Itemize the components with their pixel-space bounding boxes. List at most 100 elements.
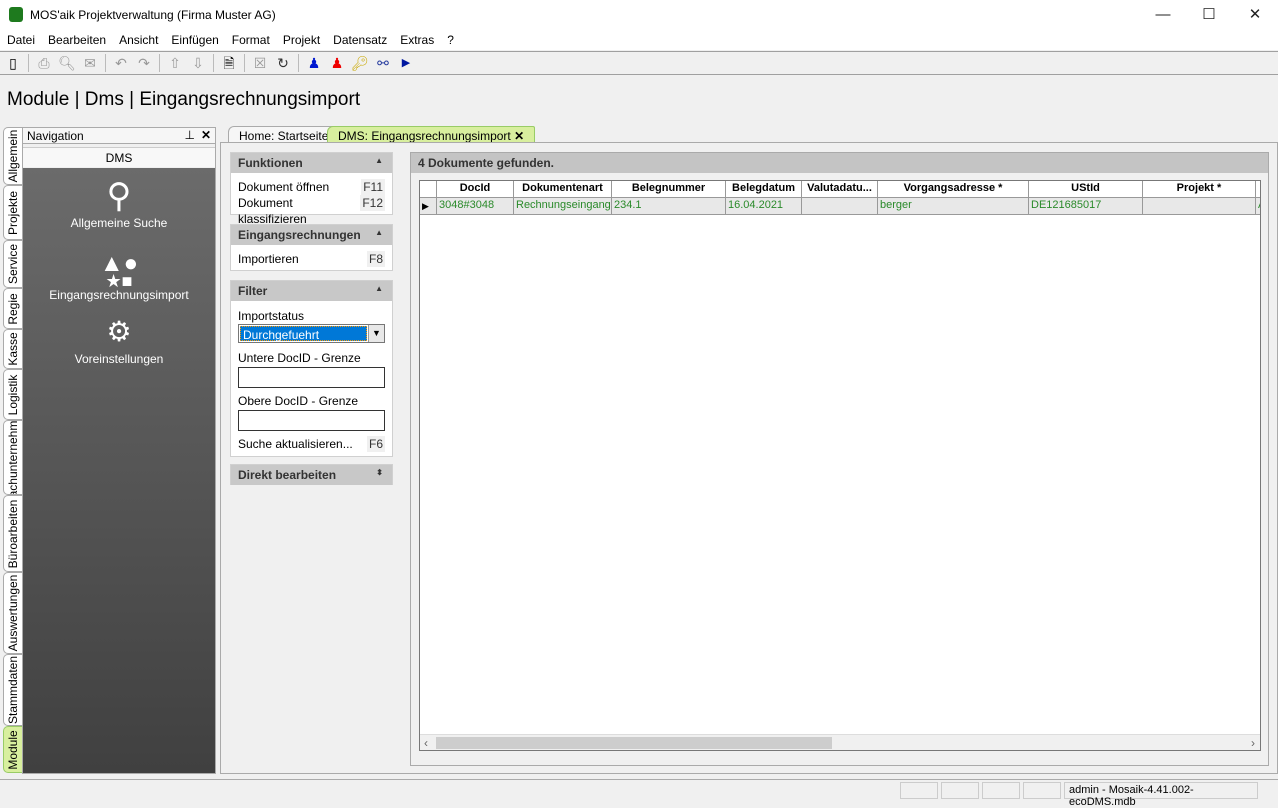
status-cell xyxy=(1023,782,1061,799)
menu-help[interactable]: ? xyxy=(440,30,460,47)
undo-icon[interactable]: ↶ xyxy=(111,53,131,73)
shortcut-key: F11 xyxy=(361,179,385,195)
nav-item-voreinstellungen[interactable]: ⚙Voreinstellungen xyxy=(23,312,215,366)
taskpanel-eingangsrechnungen: Eingangsrechnungen▲ ImportierenF8 xyxy=(230,224,393,271)
menu-datensatz[interactable]: Datensatz xyxy=(326,30,393,47)
column-header-ustid[interactable]: UStId xyxy=(1029,181,1143,198)
red-puzzle-icon[interactable]: ♟ xyxy=(327,53,347,73)
pin-icon[interactable]: ⊥ xyxy=(185,128,195,142)
task-dokument-oeffnen[interactable]: Dokument öffnenF11 xyxy=(231,179,392,195)
excel-icon[interactable]: ☒ xyxy=(250,53,270,73)
menu-bar: DateiBearbeitenAnsichtEinfügenFormatProj… xyxy=(0,30,1278,50)
cell-belegnummer[interactable]: 234.1 xyxy=(612,198,726,215)
vtab-auswertungen[interactable]: Auswertungen xyxy=(3,572,22,654)
maximize-button[interactable]: ☐ xyxy=(1186,4,1232,26)
row-pointer-icon: ▶ xyxy=(420,198,437,215)
close-button[interactable]: ✕ xyxy=(1232,4,1278,26)
document-search-icon[interactable]: 🗎 xyxy=(219,53,239,73)
untere-docid-label: Untere DocID - Grenze xyxy=(231,343,392,365)
task-dokument-klassifizieren[interactable]: Dokument klassifizierenF12 xyxy=(231,195,392,211)
minimize-button[interactable]: — xyxy=(1140,4,1186,26)
untere-docid-input[interactable] xyxy=(238,367,385,388)
scroll-left-icon[interactable]: ‹ xyxy=(424,736,428,750)
cell-projekt[interactable] xyxy=(1143,198,1256,215)
taskpanel-header[interactable]: Eingangsrechnungen▲ xyxy=(231,225,392,245)
vtab-module[interactable]: Module xyxy=(3,726,22,773)
menu-format[interactable]: Format xyxy=(225,30,276,47)
refresh-icon[interactable]: ↻ xyxy=(273,53,293,73)
column-header-belegnummer[interactable]: Belegnummer xyxy=(612,181,726,198)
cell-docid[interactable]: 3048#3048 xyxy=(437,198,514,215)
menu-ansicht[interactable]: Ansicht xyxy=(112,30,164,47)
scrollbar-thumb[interactable] xyxy=(436,737,832,749)
vtab-logistik[interactable]: Logistik xyxy=(3,369,22,420)
key-icon[interactable]: 🔑︎ xyxy=(350,53,370,73)
vtab-kasse[interactable]: Kasse xyxy=(3,329,22,369)
menu-extras[interactable]: Extras xyxy=(393,30,440,47)
task-label: Suche aktualisieren... xyxy=(238,436,353,452)
collapse-icon[interactable]: ▲ xyxy=(375,284,383,293)
close-panel-icon[interactable]: ✕ xyxy=(201,128,211,142)
print-preview-icon[interactable]: 🔍︎ xyxy=(57,53,77,73)
play-icon[interactable]: ▶ xyxy=(396,53,416,73)
table-row[interactable]: ▶ 3048#3048 Rechnungseingang 234.1 16.04… xyxy=(420,198,1261,215)
obere-docid-label: Obere DocID - Grenze xyxy=(231,390,392,408)
taskpanel-header[interactable]: Funktionen▲ xyxy=(231,153,392,173)
print-icon[interactable]: ⎙ xyxy=(34,53,54,73)
vtab-bueroarbeiten[interactable]: Büroarbeiten xyxy=(3,495,22,572)
mail-icon[interactable]: ✉ xyxy=(80,53,100,73)
menu-projekt[interactable]: Projekt xyxy=(276,30,326,47)
blue-puzzle-icon[interactable]: ♟ xyxy=(304,53,324,73)
tab-home[interactable]: Home: Startseite xyxy=(228,126,339,143)
vtab-service[interactable]: Service xyxy=(3,240,22,288)
menu-bearbeiten[interactable]: Bearbeiten xyxy=(41,30,112,47)
vtab-stammdaten[interactable]: Stammdaten xyxy=(3,654,22,726)
obere-docid-input[interactable] xyxy=(238,410,385,431)
taskpanel-header[interactable]: Direkt bearbeiten⬍ xyxy=(231,465,392,485)
column-header-valutadatum[interactable]: Valutadatu... xyxy=(802,181,878,198)
column-header-docid[interactable]: DocId xyxy=(437,181,514,198)
cell-valutadatum[interactable] xyxy=(802,198,878,215)
cell-ustid[interactable]: DE121685017 xyxy=(1029,198,1143,215)
vtab-regie[interactable]: Regie xyxy=(3,288,22,329)
cell-vorgangsadresse[interactable]: berger xyxy=(878,198,1029,215)
vtab-allgemein[interactable]: Allgemein xyxy=(3,127,22,185)
close-tab-icon[interactable]: ✕ xyxy=(514,129,524,143)
collapse-icon[interactable]: ▲ xyxy=(375,156,383,165)
taskpanel-header[interactable]: Filter▲ xyxy=(231,281,392,301)
nav-item-allgemeine-suche[interactable]: ⚲Allgemeine Suche xyxy=(23,176,215,230)
task-importieren[interactable]: ImportierenF8 xyxy=(231,251,392,267)
task-suche-aktualisieren[interactable]: Suche aktualisieren...F6 xyxy=(231,436,392,452)
chevron-down-icon[interactable]: ▼ xyxy=(368,325,384,342)
row-indicator-header xyxy=(420,181,437,198)
collapse-icon[interactable]: ▲ xyxy=(375,228,383,237)
app-icon xyxy=(9,7,23,22)
toolbar: ▯ ⎙ 🔍︎ ✉ ↶ ↷ ⇧ ⇩ 🗎 ☒ ↻ ♟ ♟ 🔑︎ ⚯ ▶ xyxy=(0,51,1278,75)
vtab-nachunternehmer[interactable]: Nachunternehmer xyxy=(3,420,22,495)
binoculars-icon[interactable]: ⚯ xyxy=(373,53,393,73)
page-title: Module | Dms | Eingangsrechnungsimport xyxy=(7,89,360,111)
cell-more[interactable]: A xyxy=(1256,198,1261,215)
new-icon[interactable]: ▯ xyxy=(3,53,23,73)
expand-icon[interactable]: ⬍ xyxy=(376,468,383,477)
scroll-right-icon[interactable]: › xyxy=(1251,736,1255,750)
menu-datei[interactable]: Datei xyxy=(0,30,41,47)
nav-item-eingangsrechnungsimport[interactable]: ▲●★■Eingangsrechnungsimport xyxy=(23,244,215,302)
cell-dokumentenart[interactable]: Rechnungseingang xyxy=(514,198,612,215)
results-table: DocId Dokumentenart Belegnummer Belegdat… xyxy=(419,180,1261,751)
column-header-belegdatum[interactable]: Belegdatum xyxy=(726,181,802,198)
column-header-projekt[interactable]: Projekt * xyxy=(1143,181,1256,198)
importstatus-select[interactable]: Durchgefuehrt ▼ xyxy=(238,324,385,343)
column-header-more[interactable] xyxy=(1256,181,1261,198)
arrow-up-icon[interactable]: ⇧ xyxy=(165,53,185,73)
tab-dms-eingangsrechnungsimport[interactable]: DMS: Eingangsrechnungsimport ✕ xyxy=(327,126,535,143)
vtab-projekte[interactable]: Projekte xyxy=(3,185,22,240)
cell-belegdatum[interactable]: 16.04.2021 xyxy=(726,198,802,215)
menu-einfuegen[interactable]: Einfügen xyxy=(164,30,224,47)
arrow-down-icon[interactable]: ⇩ xyxy=(188,53,208,73)
redo-icon[interactable]: ↷ xyxy=(134,53,154,73)
column-header-dokumentenart[interactable]: Dokumentenart xyxy=(514,181,612,198)
horizontal-scrollbar[interactable]: ‹ › xyxy=(420,734,1260,750)
status-cell xyxy=(900,782,938,799)
column-header-vorgangsadresse[interactable]: Vorgangsadresse * xyxy=(878,181,1029,198)
